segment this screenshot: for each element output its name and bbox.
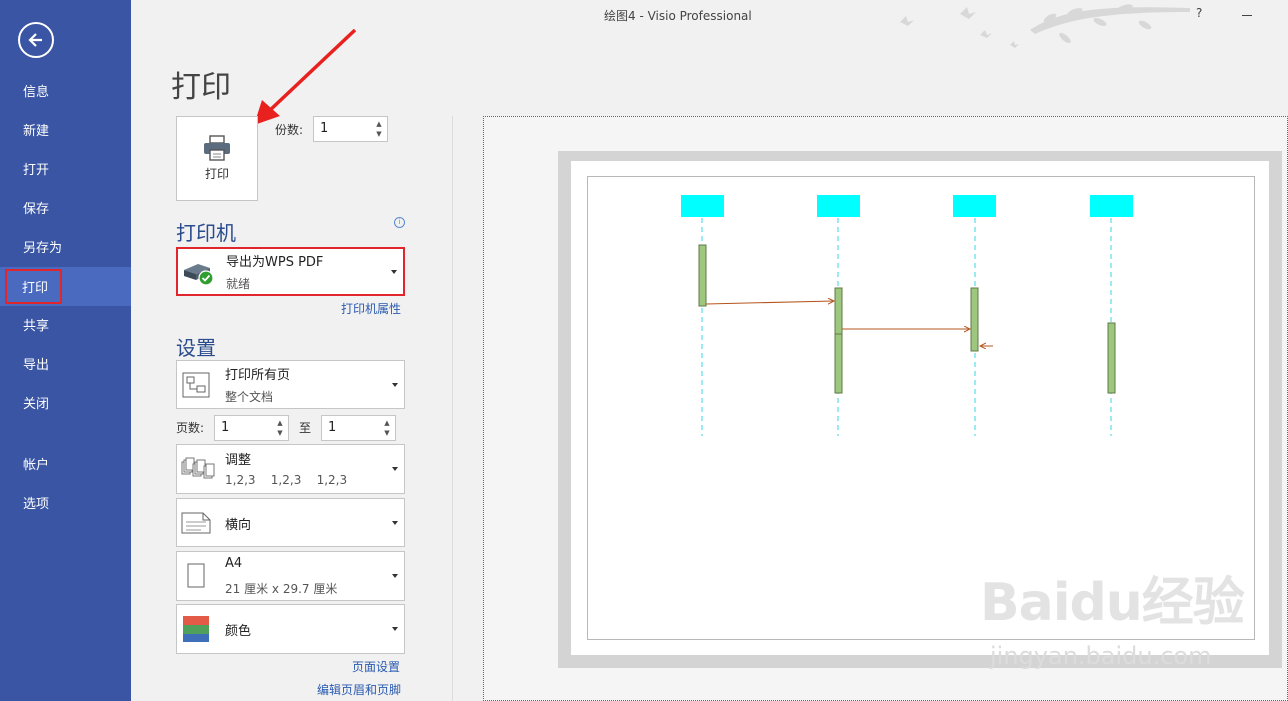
paper-size-detail: 21 厘米 x 29.7 厘米	[225, 582, 338, 596]
lifeline-head-1	[681, 195, 724, 217]
activation-2b	[834, 333, 843, 394]
activation-3	[970, 287, 979, 352]
copies-stepper[interactable]: ▲ ▼	[373, 119, 385, 139]
activation-1	[698, 244, 707, 307]
chevron-down-icon	[392, 382, 398, 387]
page-from-stepper[interactable]: ▲ ▼	[274, 418, 286, 438]
copies-value: 1	[320, 121, 329, 136]
collate-select[interactable]: 调整 1,2,3 1,2,3 1,2,3	[176, 444, 405, 494]
printer-ready-icon	[184, 263, 214, 286]
printer-name: 导出为WPS PDF	[226, 255, 324, 270]
page-from-value: 1	[221, 420, 230, 435]
page-to-stepper[interactable]: ▲ ▼	[381, 418, 393, 438]
nav-info[interactable]: 信息	[0, 71, 131, 110]
back-button[interactable]	[18, 22, 54, 58]
watermark-url: jingyan.baidu.com	[990, 642, 1212, 670]
lifeline-head-3	[953, 195, 996, 217]
help-button[interactable]: ?	[1196, 6, 1202, 20]
nav-close[interactable]: 关闭	[0, 383, 131, 422]
page-range-icon	[182, 372, 210, 397]
nav-new[interactable]: 新建	[0, 110, 131, 149]
nav-save-as[interactable]: 另存为	[0, 227, 131, 266]
copies-label: 份数:	[275, 123, 304, 137]
chevron-down-icon	[392, 467, 398, 471]
arrow-left-icon	[28, 33, 42, 47]
lifeline-head-2	[817, 195, 860, 217]
settings-section-title: 设置	[176, 336, 216, 360]
color-icon	[183, 616, 209, 642]
print-button[interactable]: 打印	[176, 116, 258, 201]
print-button-label: 打印	[204, 167, 229, 181]
to-label: 至	[299, 421, 312, 435]
baidu-watermark: Baidu经验 jingyan.baidu.com	[980, 560, 1245, 670]
print-range-select[interactable]: 打印所有页 整个文档	[176, 360, 405, 409]
print-range-label: 打印所有页	[225, 368, 291, 383]
page-title: 打印	[171, 70, 231, 105]
nav-print[interactable]: 打印	[0, 267, 131, 306]
activation-2a	[834, 287, 843, 335]
printer-status: 就绪	[226, 277, 251, 291]
orientation-label: 横向	[225, 518, 252, 533]
landscape-icon	[181, 512, 211, 533]
watermark-brand: Baidu经验	[980, 573, 1245, 633]
nav-options[interactable]: 选项	[0, 483, 131, 522]
nav-save[interactable]: 保存	[0, 188, 131, 227]
color-select[interactable]: 颜色	[176, 604, 405, 654]
print-range-detail: 整个文档	[225, 390, 274, 404]
copies-input[interactable]: 1 ▲ ▼	[313, 116, 388, 142]
info-icon[interactable]: i	[394, 217, 405, 228]
message-1	[705, 301, 834, 304]
nav-open[interactable]: 打开	[0, 149, 131, 188]
collate-label: 调整	[225, 453, 252, 468]
backstage-sidebar: 信息 新建 打开 保存 另存为 打印 共享 导出 关闭 帐户 选项	[0, 0, 131, 701]
page-setup-link[interactable]: 页面设置	[352, 658, 400, 675]
paper-icon	[187, 563, 205, 588]
activation-4	[1107, 322, 1116, 394]
chevron-down-icon	[392, 520, 398, 525]
page-to-value: 1	[328, 420, 337, 435]
printer-section-title: 打印机	[176, 221, 236, 245]
printer-properties-link[interactable]: 打印机属性	[341, 300, 401, 317]
chevron-down-icon	[391, 269, 397, 274]
window-title: 绘图4 - Visio Professional	[604, 9, 752, 23]
lifeline-head-4	[1090, 195, 1133, 217]
printer-select[interactable]: 导出为WPS PDF 就绪	[176, 247, 405, 296]
minimize-button[interactable]	[1242, 15, 1252, 16]
nav-export[interactable]: 导出	[0, 344, 131, 383]
printer-icon	[204, 135, 230, 161]
collate-icon	[181, 457, 215, 479]
leaf-decoration-icon	[900, 4, 1190, 48]
color-label: 颜色	[225, 624, 252, 639]
collate-detail: 1,2,3 1,2,3 1,2,3	[225, 473, 348, 487]
chevron-down-icon	[392, 627, 398, 631]
nav-share[interactable]: 共享	[0, 305, 131, 344]
chevron-down-icon	[392, 574, 398, 578]
pane-divider	[452, 116, 453, 701]
edit-header-footer-link[interactable]: 编辑页眉和页脚	[317, 681, 401, 698]
page-from-input[interactable]: 1 ▲ ▼	[214, 415, 289, 441]
pages-label: 页数:	[176, 421, 205, 435]
paper-size-select[interactable]: A4 21 厘米 x 29.7 厘米	[176, 551, 405, 601]
orientation-select[interactable]: 横向	[176, 498, 405, 547]
paper-size-label: A4	[225, 556, 243, 571]
page-to-input[interactable]: 1 ▲ ▼	[321, 415, 396, 441]
nav-account[interactable]: 帐户	[0, 444, 131, 483]
